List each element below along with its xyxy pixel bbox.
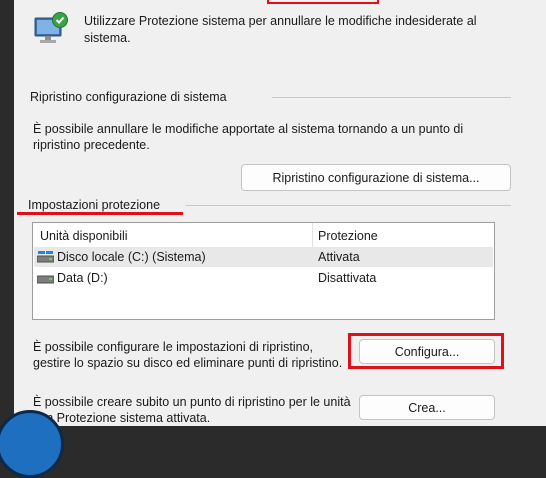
drive-name: Disco locale (C:) (Sistema) [57, 250, 206, 264]
computer-shield-icon [34, 12, 68, 43]
restore-group-title: Ripristino configurazione di sistema [30, 90, 227, 104]
restore-group-divider [272, 97, 511, 98]
protection-group-title: Impostazioni protezione [28, 198, 161, 212]
drive-row-d[interactable]: Data (D:) Disattivata [34, 268, 493, 288]
create-description: È possibile creare subito un punto di ri… [33, 395, 351, 425]
system-protection-tab: Utilizzare Protezione sistema per annull… [14, 0, 546, 426]
drive-name: Data (D:) [57, 271, 108, 285]
header-description: Utilizzare Protezione sistema per annull… [84, 14, 477, 45]
configure-description: È possibile configurare le impostazioni … [33, 340, 343, 370]
drives-list-header: Unità disponibili Protezione [33, 223, 494, 247]
overlay-circle-icon [0, 410, 64, 478]
drive-row-c[interactable]: Disco locale (C:) (Sistema) Attivata [34, 247, 493, 267]
drive-protection-status: Disattivata [318, 271, 377, 285]
column-drives[interactable]: Unità disponibili [40, 229, 128, 243]
highlight-box-top [267, 0, 379, 4]
create-button[interactable]: Crea... [359, 395, 495, 420]
drive-protection-status: Attivata [318, 250, 360, 264]
system-restore-button[interactable]: Ripristino configurazione di sistema... [241, 164, 511, 191]
configure-button[interactable]: Configura... [359, 339, 495, 364]
system-drive-icon [37, 251, 54, 263]
column-separator [312, 223, 313, 247]
drives-list[interactable]: Unità disponibili Protezione Disco local… [32, 222, 495, 320]
column-protection[interactable]: Protezione [318, 229, 378, 243]
restore-description: È possibile annullare le modifiche appor… [33, 122, 464, 152]
title-red-underline [17, 212, 183, 215]
drive-icon [37, 275, 54, 284]
protection-group-divider [186, 205, 511, 206]
